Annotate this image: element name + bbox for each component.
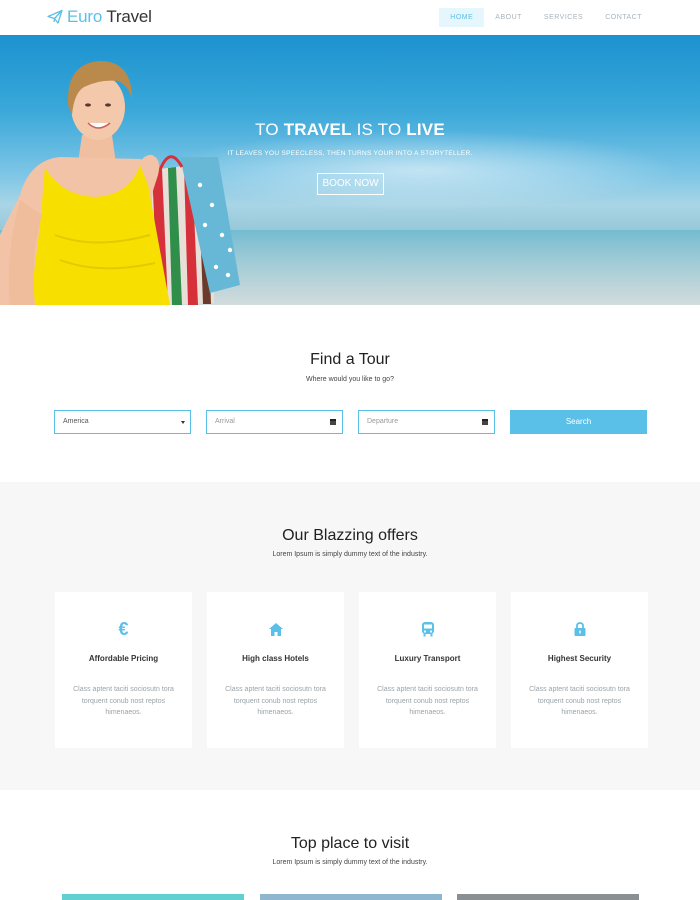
destination-value: America [63, 418, 89, 425]
woman-with-shopping-bag-image [0, 61, 240, 305]
menu-item-home[interactable]: HOME [439, 8, 485, 27]
hero-subtitle: IT LEAVES YOU SPEECLESS, THEN TURNS YOUR… [227, 150, 473, 157]
departure-placeholder: Departure [367, 418, 399, 425]
destination-select[interactable]: America [54, 410, 191, 434]
departure-date-field[interactable]: Departure [358, 410, 495, 434]
menu-item-about[interactable]: ABOUT [484, 8, 533, 27]
hero-title-bold-travel: TRAVEL [283, 120, 352, 139]
calendar-icon [482, 419, 488, 425]
place-image-2[interactable] [260, 894, 442, 900]
home-icon [207, 620, 344, 638]
offer-card-title: Affordable Pricing [88, 654, 159, 663]
lock-icon [511, 620, 648, 638]
arrival-placeholder: Arrival [215, 418, 235, 425]
logo[interactable]: Euro Travel [47, 6, 152, 28]
hero-title-bold-live: LIVE [406, 120, 445, 139]
euro-icon: € [118, 618, 129, 639]
find-tour-subtitle: Where would you like to go? [306, 376, 394, 383]
calendar-icon [330, 419, 336, 425]
offer-card-text: Class aptent taciti sociosutn tora torqu… [377, 686, 478, 716]
offer-card-text: Class aptent taciti sociosutn tora torqu… [529, 686, 630, 716]
hero-title: TO TRAVEL IS TO LIVE [0, 120, 700, 140]
logo-word-travel: Travel [106, 7, 152, 26]
place-image-3[interactable] [457, 894, 639, 900]
offer-card-transport[interactable]: Luxury Transport Class aptent taciti soc… [359, 592, 496, 748]
offers-title: Our Blazzing offers [282, 527, 418, 544]
offer-card-hotels[interactable]: High class Hotels Class aptent taciti so… [207, 592, 344, 748]
arrival-date-field[interactable]: Arrival [206, 410, 343, 434]
offer-card-title: Luxury Transport [394, 654, 461, 663]
places-subtitle: Lorem Ipsum is simply dummy text of the … [272, 859, 428, 866]
logo-word-euro: Euro [67, 7, 103, 26]
offer-card-title: Highest Security [547, 654, 612, 663]
places-title: Top place to visit [290, 835, 410, 852]
find-tour-title: Find a Tour [310, 351, 390, 368]
menu-item-contact[interactable]: CONTACT [594, 8, 653, 27]
offers-subtitle: Lorem Ipsum is simply dummy text of the … [272, 551, 428, 558]
hero-banner: TO TRAVEL IS TO LIVE IT LEAVES YOU SPEEC… [0, 35, 700, 305]
place-image-1[interactable] [62, 894, 244, 900]
offer-card-title: High class Hotels [242, 654, 309, 663]
book-now-button[interactable]: BOOK NOW [317, 173, 384, 195]
offer-card-text: Class aptent taciti sociosutn tora torqu… [73, 686, 174, 716]
bus-icon [359, 620, 496, 638]
main-menu: HOME ABOUT SERVICES CONTACT [439, 8, 653, 27]
offer-card-pricing[interactable]: € Affordable Pricing Class aptent taciti… [55, 592, 192, 748]
chevron-down-icon [181, 421, 185, 424]
menu-item-services[interactable]: SERVICES [533, 8, 594, 27]
hero-title-part-2: IS TO [351, 120, 407, 139]
paper-plane-icon [47, 9, 63, 24]
offer-card-security[interactable]: Highest Security Class aptent taciti soc… [511, 592, 648, 748]
top-navbar: Euro Travel HOME ABOUT SERVICES CONTACT [0, 0, 700, 35]
search-button[interactable]: Search [510, 410, 647, 434]
offer-card-text: Class aptent taciti sociosutn tora torqu… [225, 686, 326, 716]
hero-title-part-1: TO [255, 120, 284, 139]
